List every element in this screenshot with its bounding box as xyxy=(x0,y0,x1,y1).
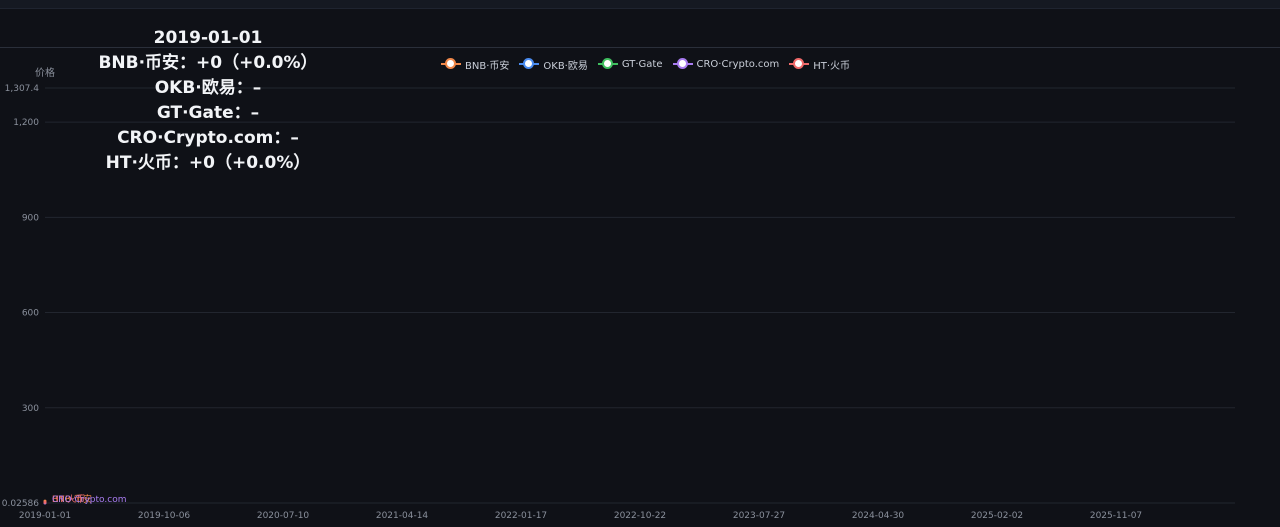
y-tick-label: 1,307.4 xyxy=(5,84,40,94)
legend-label: BNB·币安 xyxy=(465,60,510,72)
tooltip-date: 2019-01-01 xyxy=(153,28,263,48)
y-tick-label: 900 xyxy=(22,213,39,223)
legend-label: CRO·Crypto.com xyxy=(696,58,780,70)
series-end-label: CRO·Crypto.com xyxy=(52,495,126,505)
x-tick-label: 2025-11-07 xyxy=(1090,511,1142,521)
x-tick-label: 2021-04-14 xyxy=(376,511,429,521)
y-axis-label: 价格 xyxy=(35,68,55,79)
x-tick-label: 2025-02-02 xyxy=(971,511,1023,521)
legend-item-okb[interactable]: OKB·欧易 xyxy=(519,57,588,72)
tooltip-line-bnb: BNB·币安：+0（+0.0%） xyxy=(98,53,318,73)
legend-marker-icon xyxy=(441,58,461,69)
legend-marker-icon xyxy=(519,58,540,69)
tooltip: 2019-01-01 BNB·币安：+0（+0.0%） OKB·欧易：– GT·… xyxy=(60,26,356,176)
legend-label: HT·火币 xyxy=(813,60,851,72)
legend-item-bnb[interactable]: BNB·币安 xyxy=(441,57,509,72)
tooltip-line-okb: OKB·欧易：– xyxy=(154,78,262,98)
y-tick-label: 300 xyxy=(22,404,39,414)
x-tick-label: 2022-01-17 xyxy=(495,511,547,521)
tooltip-line-ht: HT·火币：+0（+0.0%） xyxy=(105,153,311,173)
x-tick-label: 2023-07-27 xyxy=(733,511,785,521)
legend-label: OKB·欧易 xyxy=(543,60,588,72)
x-tick-label: 2019-10-06 xyxy=(138,511,191,521)
legend-item-cro[interactable]: CRO·Crypto.com xyxy=(672,58,780,70)
y-tick-label: 600 xyxy=(22,309,39,319)
tooltip-line-gt: GT·Gate：– xyxy=(156,103,260,123)
x-tick-label: 2024-04-30 xyxy=(852,511,905,521)
legend-marker-icon xyxy=(597,58,618,69)
legend: BNB·币安 OKB·欧易 GT·Gate CRO·Crypto.com HT·… xyxy=(441,56,860,72)
y-tick-label: 1,200 xyxy=(13,118,39,128)
x-tick-label: 2022-10-22 xyxy=(614,511,666,521)
legend-marker-icon xyxy=(672,58,693,69)
legend-marker-icon xyxy=(789,58,810,69)
data-point xyxy=(43,500,47,504)
tooltip-line-cro: CRO·Crypto.com：– xyxy=(117,128,299,148)
y-tick-label: 0.02586 xyxy=(2,499,39,509)
x-tick-label: 2020-07-10 xyxy=(257,511,310,521)
top-bar xyxy=(0,0,1280,9)
legend-item-gt[interactable]: GT·Gate xyxy=(597,58,663,70)
x-tick-label: 2019-01-01 xyxy=(19,511,71,521)
legend-label: GT·Gate xyxy=(621,58,663,70)
legend-item-ht[interactable]: HT·火币 xyxy=(789,57,850,72)
